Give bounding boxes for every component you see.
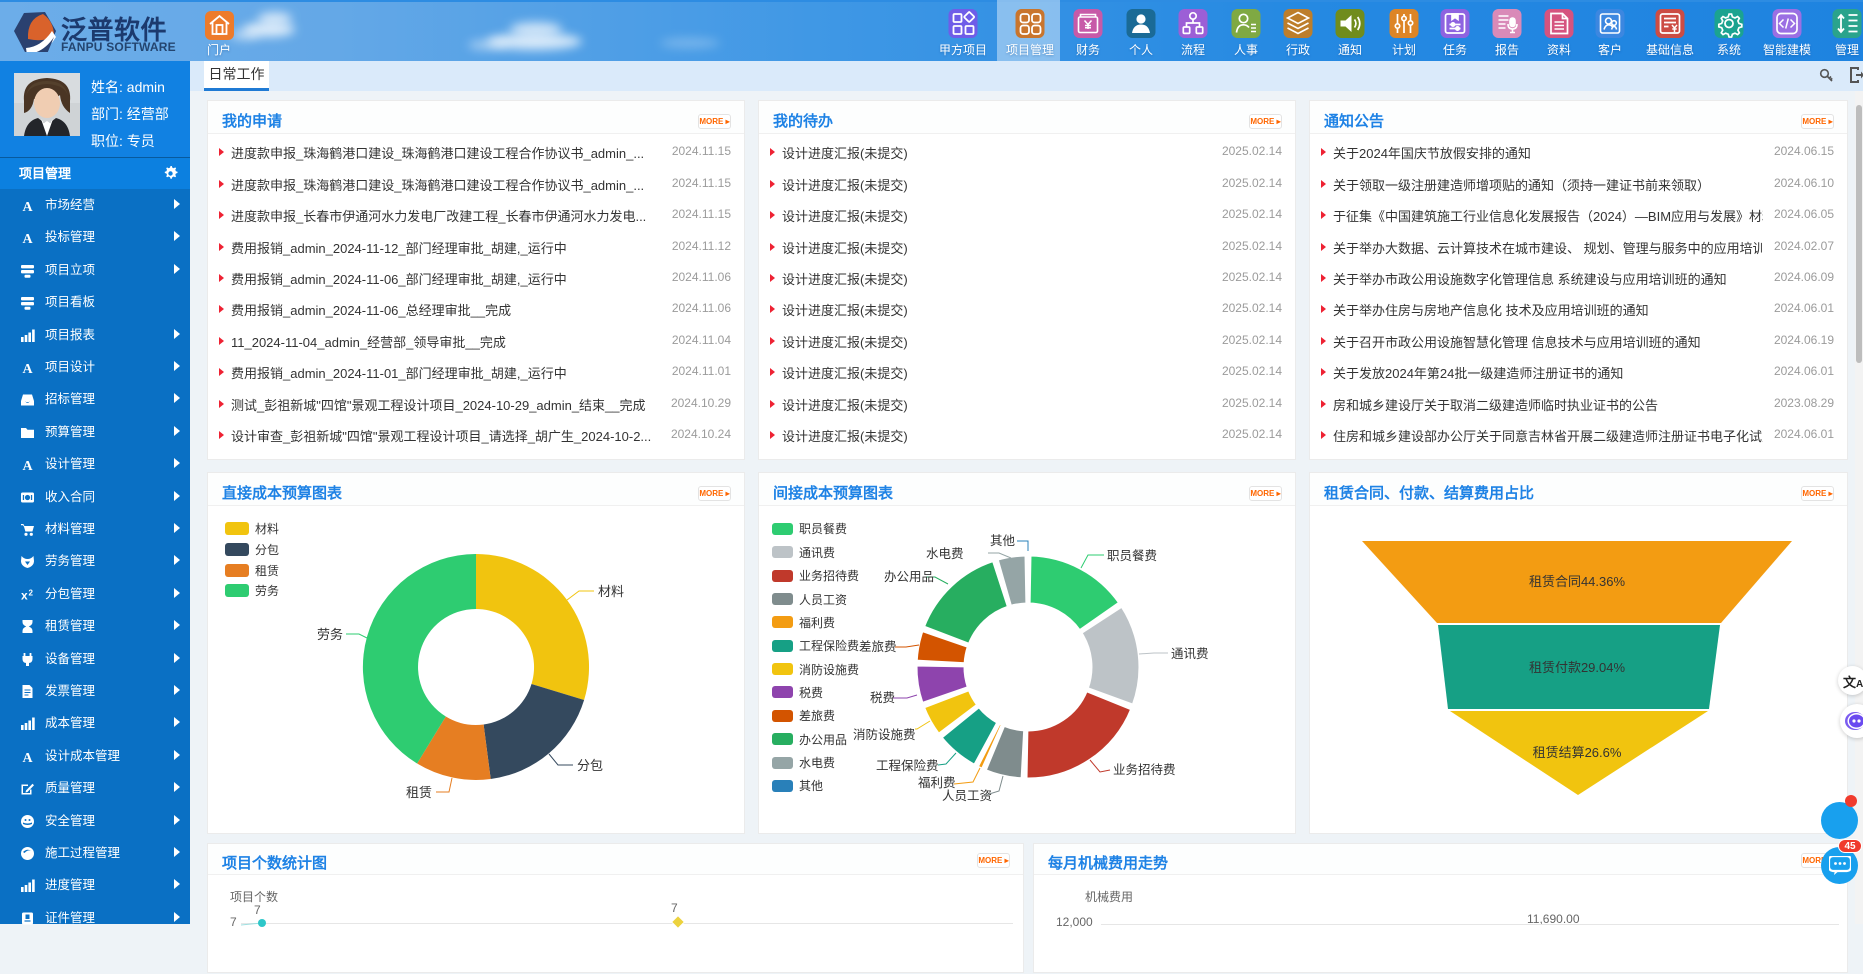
svg-text:A: A xyxy=(22,200,33,213)
svg-text:水电费: 水电费 xyxy=(799,756,835,770)
svg-text:租赁: 租赁 xyxy=(406,785,432,800)
svg-text:福利费: 福利费 xyxy=(918,775,956,790)
svg-text:税费: 税费 xyxy=(799,686,823,700)
svg-text:职员餐费: 职员餐费 xyxy=(799,521,847,536)
svg-text:工程保险费: 工程保险费 xyxy=(799,638,859,653)
svg-text:2: 2 xyxy=(29,588,34,597)
svg-text:职员餐费: 职员餐费 xyxy=(1107,548,1157,563)
svg-text:业务招待费: 业务招待费 xyxy=(1113,762,1176,777)
svg-text:福利费: 福利费 xyxy=(799,615,835,630)
svg-text:通讯费: 通讯费 xyxy=(1171,647,1209,661)
svg-text:租赁合同44.36%: 租赁合同44.36% xyxy=(1529,574,1626,589)
svg-text:劳务: 劳务 xyxy=(255,583,279,598)
svg-text:分包: 分包 xyxy=(255,543,279,557)
svg-text:分包: 分包 xyxy=(577,758,603,773)
svg-text:办公用品: 办公用品 xyxy=(799,732,847,747)
svg-text:通讯费: 通讯费 xyxy=(799,546,835,560)
svg-text:税费: 税费 xyxy=(870,691,895,705)
svg-text:A: A xyxy=(22,751,33,764)
svg-text:项目个数: 项目个数 xyxy=(230,889,278,904)
svg-text:消防设施费: 消防设施费 xyxy=(853,727,916,742)
svg-text:差旅费: 差旅费 xyxy=(859,640,897,654)
svg-text:其他: 其他 xyxy=(799,779,823,793)
svg-text:租赁: 租赁 xyxy=(255,564,279,578)
svg-text:办公用品: 办公用品 xyxy=(884,569,934,584)
svg-text:租赁结算26.6%: 租赁结算26.6% xyxy=(1533,745,1622,760)
svg-text:7: 7 xyxy=(230,915,237,929)
svg-text:劳务: 劳务 xyxy=(317,627,343,642)
svg-text:材料: 材料 xyxy=(598,584,624,599)
svg-text:12,000: 12,000 xyxy=(1056,915,1093,929)
svg-text:差旅费: 差旅费 xyxy=(799,709,835,723)
svg-text:A: A xyxy=(22,362,33,375)
svg-text:机械费用: 机械费用 xyxy=(1085,889,1133,904)
svg-text:租赁付款29.04%: 租赁付款29.04% xyxy=(1529,660,1626,675)
svg-text:消防设施费: 消防设施费 xyxy=(799,662,859,677)
svg-text:A: A xyxy=(22,232,33,245)
svg-text:工程保险费: 工程保险费 xyxy=(876,758,939,773)
svg-text:x: x xyxy=(21,588,28,602)
svg-text:7: 7 xyxy=(254,903,261,917)
svg-text:人员工资: 人员工资 xyxy=(799,593,847,607)
svg-text:材料: 材料 xyxy=(255,522,279,536)
svg-text:业务招待费: 业务招待费 xyxy=(799,568,859,583)
svg-text:人员工资: 人员工资 xyxy=(942,789,992,803)
svg-text:其他: 其他 xyxy=(990,534,1016,548)
svg-text:A: A xyxy=(22,459,33,472)
svg-text:7: 7 xyxy=(671,901,678,915)
svg-text:水电费: 水电费 xyxy=(926,547,964,561)
